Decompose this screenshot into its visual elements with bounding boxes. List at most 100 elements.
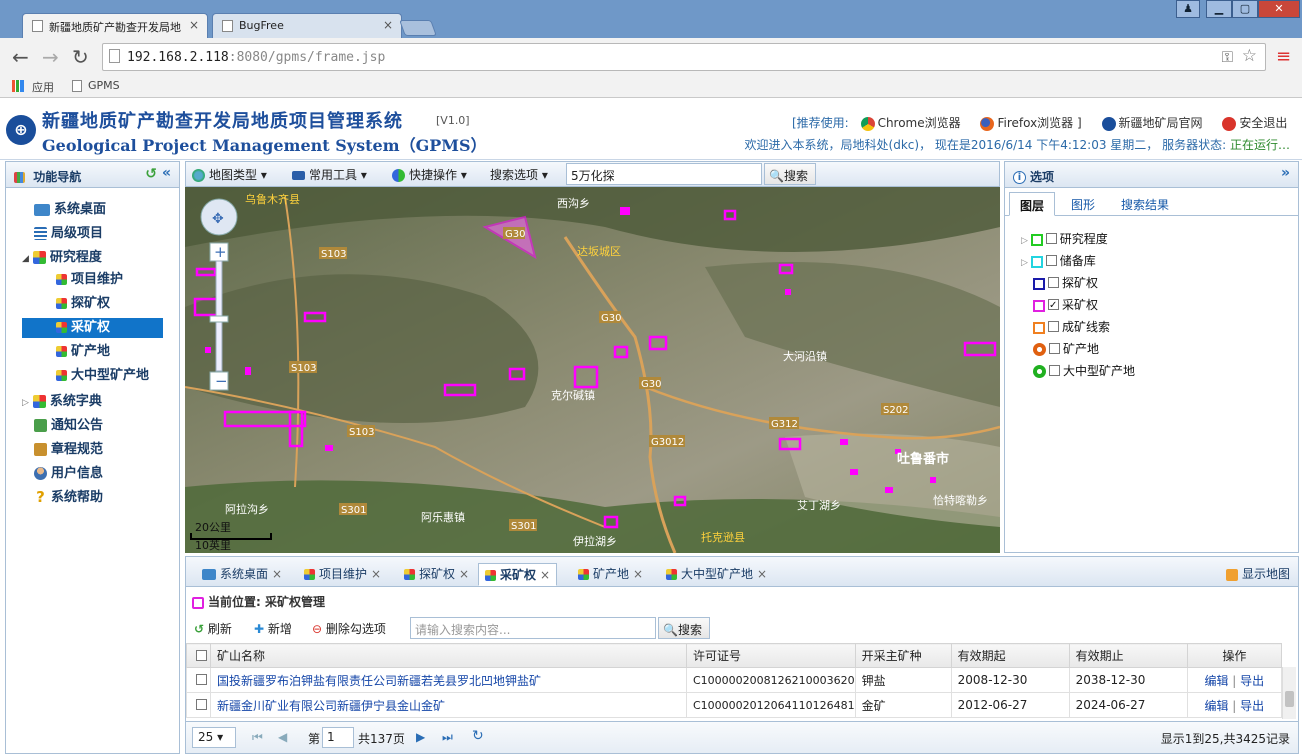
map-type-menu[interactable]: 地图类型 ▾ bbox=[192, 166, 267, 183]
layer-large-sites[interactable]: 大中型矿产地 bbox=[1033, 362, 1135, 380]
tab-mining-rights[interactable]: 采矿权 × bbox=[478, 563, 558, 586]
row-checkbox[interactable] bbox=[196, 699, 207, 710]
bookmark-apps[interactable]: 应用 bbox=[32, 79, 54, 95]
nav-item-dictionary[interactable]: ▷ 系统字典 bbox=[22, 392, 102, 412]
maximize-button[interactable]: ▢ bbox=[1232, 0, 1258, 18]
tab-project-maintenance[interactable]: 项目维护 × bbox=[298, 563, 387, 586]
table-search-button[interactable]: 🔍搜索 bbox=[658, 617, 710, 639]
nav-item-exploration-rights[interactable]: 探矿权 bbox=[56, 294, 110, 314]
layer-checkbox[interactable] bbox=[1049, 365, 1060, 376]
tab-mineral-sites[interactable]: 矿产地 × bbox=[572, 563, 649, 586]
select-all-header[interactable] bbox=[186, 643, 211, 668]
nav-item-desktop[interactable]: 系统桌面 bbox=[34, 200, 106, 220]
map-search-button[interactable]: 🔍搜索 bbox=[764, 163, 816, 185]
close-icon[interactable]: × bbox=[540, 568, 550, 582]
collapse-icon[interactable]: « bbox=[162, 165, 171, 181]
layer-reserve[interactable]: ▷ 储备库 bbox=[1021, 252, 1096, 270]
address-bar[interactable]: 192.168.2.118:8080/gpms/frame.jsp ⚿ ☆ bbox=[102, 43, 1266, 71]
nav-item-regulations[interactable]: 章程规范 bbox=[34, 440, 103, 460]
edit-link[interactable]: 编辑 bbox=[1204, 674, 1228, 688]
layer-mineral-sites[interactable]: 矿产地 bbox=[1033, 340, 1099, 358]
bookmark-gpms[interactable]: GPMS bbox=[88, 79, 120, 92]
next-page-icon[interactable]: ▶ bbox=[416, 730, 425, 744]
page-number-input[interactable]: 1 bbox=[322, 727, 354, 748]
minimize-button[interactable]: ▁ bbox=[1206, 0, 1232, 18]
layer-exploration[interactable]: 探矿权 bbox=[1033, 274, 1098, 292]
layer-checkbox[interactable] bbox=[1049, 343, 1060, 354]
close-icon[interactable]: × bbox=[757, 567, 767, 581]
reload-icon[interactable]: ↻ bbox=[72, 47, 89, 67]
search-options-menu[interactable]: 搜索选项 ▾ bbox=[490, 166, 548, 183]
nav-item-research[interactable]: ◢ 研究程度 bbox=[22, 248, 102, 268]
tab-shapes[interactable]: 图形 bbox=[1061, 192, 1105, 216]
official-site-link[interactable]: 新疆地矿局官网 bbox=[1101, 116, 1211, 131]
close-tab-icon[interactable]: × bbox=[383, 18, 393, 32]
key-icon[interactable]: ⚿ bbox=[1222, 48, 1233, 66]
delete-selected-button[interactable]: ⊖ 删除勾选项 bbox=[312, 620, 386, 637]
layer-checkbox[interactable] bbox=[1048, 321, 1059, 332]
tab-exploration-rights[interactable]: 探矿权 × bbox=[398, 563, 475, 586]
tab-large-mineral-sites[interactable]: 大中型矿产地 × bbox=[660, 563, 773, 586]
chrome-link[interactable]: Chrome浏览器 bbox=[860, 116, 969, 131]
edit-link[interactable]: 编辑 bbox=[1204, 699, 1228, 713]
export-link[interactable]: 导出 bbox=[1240, 699, 1264, 713]
forward-arrow-icon[interactable]: → bbox=[42, 47, 59, 67]
col-mineral[interactable]: 开采主矿种 bbox=[854, 643, 952, 668]
col-end[interactable]: 有效期止 bbox=[1068, 643, 1188, 668]
window-close-button[interactable]: ✕ bbox=[1258, 0, 1300, 18]
layer-checkbox[interactable] bbox=[1045, 255, 1057, 266]
menu-icon[interactable]: ≡ bbox=[1276, 46, 1291, 67]
tab-desktop[interactable]: 系统桌面 × bbox=[196, 563, 288, 586]
nav-item-mining-rights[interactable]: 采矿权 bbox=[22, 318, 163, 338]
refresh-icon[interactable]: ↺ bbox=[145, 166, 157, 182]
row-checkbox[interactable] bbox=[196, 674, 207, 685]
nav-item-bureau-projects[interactable]: 局级项目 bbox=[34, 224, 103, 244]
close-icon[interactable]: × bbox=[459, 567, 469, 581]
prev-page-icon[interactable]: ◀ bbox=[278, 730, 287, 744]
col-start[interactable]: 有效期起 bbox=[950, 643, 1070, 668]
map-search-input[interactable]: 5万化探 bbox=[566, 163, 762, 185]
export-link[interactable]: 导出 bbox=[1240, 674, 1264, 688]
col-mine-name[interactable]: 矿山名称 bbox=[210, 643, 687, 668]
quick-ops-menu[interactable]: 快捷操作 ▾ bbox=[392, 166, 467, 183]
close-tab-icon[interactable]: × bbox=[189, 18, 199, 32]
firefox-link[interactable]: Firefox浏览器 ] bbox=[980, 116, 1089, 131]
mine-name-link[interactable]: 国投新疆罗布泊钾盐有限责任公司新疆若羌县罗北凹地钾盐矿 bbox=[217, 674, 541, 688]
last-page-icon[interactable]: ⏭ bbox=[442, 730, 453, 745]
user-icon[interactable]: ♟ bbox=[1176, 0, 1200, 18]
close-icon[interactable]: × bbox=[371, 567, 381, 581]
tab-layers[interactable]: 图层 bbox=[1009, 192, 1056, 216]
nav-item-project-maintenance[interactable]: 项目维护 bbox=[56, 270, 123, 290]
table-scrollbar[interactable] bbox=[1282, 667, 1296, 719]
back-arrow-icon[interactable]: ← bbox=[12, 47, 29, 67]
nav-item-help[interactable]: ? 系统帮助 bbox=[34, 488, 103, 508]
select-all-checkbox[interactable] bbox=[196, 649, 207, 661]
browser-tab-gpms[interactable]: 新疆地质矿产勘查开发局地 × bbox=[22, 13, 208, 38]
page-size-select[interactable]: 25 ▾ bbox=[192, 727, 236, 748]
nav-item-user-info[interactable]: 用户信息 bbox=[34, 464, 103, 484]
common-tools-menu[interactable]: 常用工具 ▾ bbox=[292, 166, 367, 183]
nav-item-mineral-sites[interactable]: 矿产地 bbox=[56, 342, 110, 362]
add-button[interactable]: ✚ 新增 bbox=[254, 620, 292, 637]
star-icon[interactable]: ☆ bbox=[1242, 46, 1257, 66]
tab-search-results[interactable]: 搜索结果 bbox=[1111, 192, 1179, 216]
nav-item-large-mineral-sites[interactable]: 大中型矿产地 bbox=[56, 366, 149, 386]
show-map-toggle[interactable]: 显示地图 bbox=[1220, 563, 1296, 586]
logout-link[interactable]: 安全退出 bbox=[1222, 116, 1295, 131]
refresh-button[interactable]: ↺ 刷新 bbox=[194, 620, 232, 637]
layer-mining[interactable]: 采矿权 bbox=[1033, 296, 1098, 315]
layer-checkbox[interactable] bbox=[1048, 277, 1059, 288]
first-page-icon[interactable]: ⏮ bbox=[252, 730, 263, 745]
new-tab-button[interactable] bbox=[399, 20, 437, 36]
reload-icon[interactable]: ↻ bbox=[472, 728, 484, 744]
expand-icon[interactable]: » bbox=[1281, 165, 1290, 181]
satellite-map[interactable]: 乌鲁木齐县 西沟乡 达坂城区 大河沿镇 吐鲁番市 艾丁湖乡 恰特喀勒乡 托克逊县… bbox=[185, 187, 1000, 553]
layer-research[interactable]: ▷ 研究程度 bbox=[1021, 230, 1108, 248]
browser-tab-bugfree[interactable]: BugFree × bbox=[212, 13, 402, 38]
layer-clues[interactable]: 成矿线索 bbox=[1033, 318, 1110, 336]
col-license[interactable]: 许可证号 bbox=[686, 643, 856, 668]
close-icon[interactable]: × bbox=[633, 567, 643, 581]
scroll-thumb[interactable] bbox=[1285, 691, 1294, 707]
mine-name-link[interactable]: 新疆金川矿业有限公司新疆伊宁县金山金矿 bbox=[217, 699, 445, 713]
layer-checkbox-checked[interactable] bbox=[1048, 297, 1059, 315]
